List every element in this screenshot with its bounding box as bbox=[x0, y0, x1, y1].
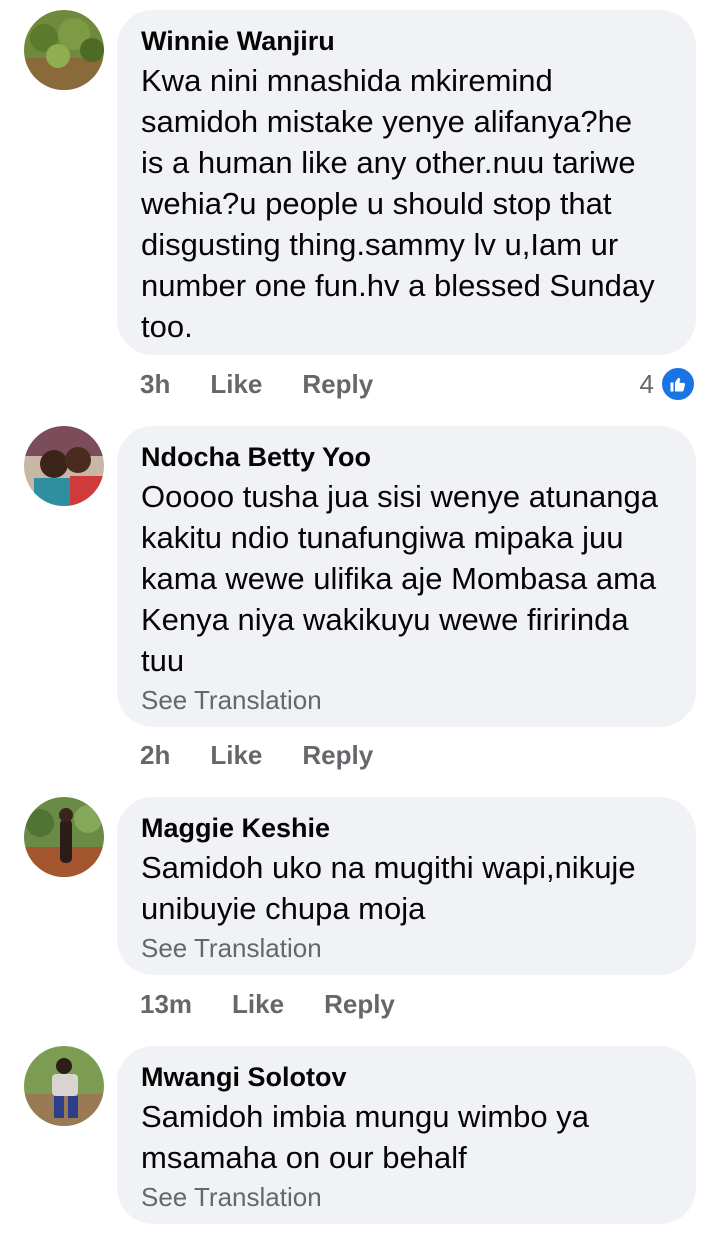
see-translation-link[interactable]: See Translation bbox=[141, 683, 672, 717]
comment-text: Kwa nini mnashida mkiremind samidoh mist… bbox=[141, 63, 655, 344]
reply-button[interactable]: Reply bbox=[302, 369, 373, 400]
see-translation-link[interactable]: See Translation bbox=[141, 931, 672, 965]
comment-text: Samidoh imbia mungu wimbo ya msamaha on … bbox=[141, 1099, 589, 1175]
like-button[interactable]: Like bbox=[210, 369, 262, 400]
comment-time[interactable]: 3h bbox=[140, 369, 170, 400]
comment-time[interactable]: 2h bbox=[140, 740, 170, 771]
see-translation-link[interactable]: See Translation bbox=[141, 1180, 672, 1214]
avatar[interactable] bbox=[24, 1046, 104, 1126]
like-button[interactable]: Like bbox=[210, 740, 262, 771]
comment-actions: 13m Like Reply bbox=[140, 984, 435, 1024]
reply-button[interactable]: Reply bbox=[302, 740, 373, 771]
comment-author[interactable]: Mwangi Solotov bbox=[141, 1060, 672, 1094]
comment-bubble: Ndocha Betty Yoo Ooooo tusha jua sisi we… bbox=[117, 426, 696, 727]
reaction-count: 4 bbox=[639, 368, 654, 399]
comment-text: Ooooo tusha jua sisi wenye atunanga kaki… bbox=[141, 479, 659, 678]
avatar[interactable] bbox=[24, 10, 104, 90]
comment-author[interactable]: Winnie Wanjiru bbox=[141, 24, 672, 58]
comment-time[interactable]: 13m bbox=[140, 989, 192, 1020]
comment-author[interactable]: Maggie Keshie bbox=[141, 811, 672, 845]
avatar[interactable] bbox=[24, 797, 104, 877]
thumbs-up-icon bbox=[660, 366, 696, 402]
comment-actions: 3h Like Reply bbox=[140, 364, 413, 404]
comment-text: Samidoh uko na mugithi wapi,nikuje unibu… bbox=[141, 850, 636, 926]
comment-actions: 2h Like Reply bbox=[140, 735, 413, 775]
comment-author[interactable]: Ndocha Betty Yoo bbox=[141, 440, 672, 474]
comment-bubble: Mwangi Solotov Samidoh imbia mungu wimbo… bbox=[117, 1046, 696, 1224]
comment-bubble: Winnie Wanjiru Kwa nini mnashida mkiremi… bbox=[117, 10, 696, 355]
like-button[interactable]: Like bbox=[232, 989, 284, 1020]
comment-bubble: Maggie Keshie Samidoh uko na mugithi wap… bbox=[117, 797, 696, 975]
reply-button[interactable]: Reply bbox=[324, 989, 395, 1020]
avatar[interactable] bbox=[24, 426, 104, 506]
reaction-summary[interactable]: 4 bbox=[640, 364, 696, 404]
